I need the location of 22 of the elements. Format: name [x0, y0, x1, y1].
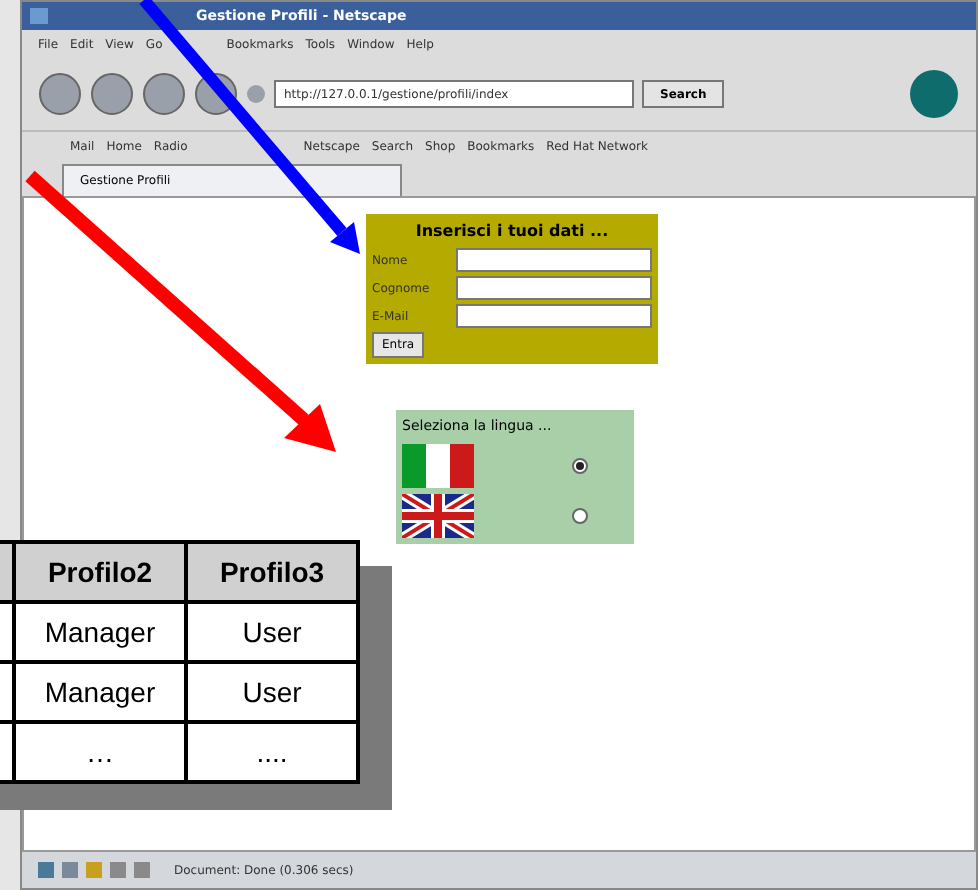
- column-header: Profilo3: [186, 542, 358, 602]
- reload-icon[interactable]: [142, 72, 186, 116]
- stop-icon[interactable]: [194, 72, 238, 116]
- table-cell: Manager: [14, 662, 186, 722]
- table-cell: User: [186, 602, 358, 662]
- app-icon: [30, 8, 48, 24]
- table-cell: …: [14, 722, 186, 782]
- column-header: Profilo2: [14, 542, 186, 602]
- table-cell: Manager: [14, 602, 186, 662]
- forward-icon[interactable]: [90, 72, 134, 116]
- input-field[interactable]: [456, 248, 652, 272]
- radio-button[interactable]: [572, 507, 588, 523]
- italian-flag-icon: [402, 443, 474, 487]
- input-field[interactable]: [456, 276, 652, 300]
- british-flag-icon: [402, 493, 474, 537]
- input-field[interactable]: [456, 304, 652, 328]
- back-icon[interactable]: [38, 72, 82, 116]
- table-cell: ....: [186, 722, 358, 782]
- form-title: Inserisci i tuoi dati ...: [413, 220, 611, 244]
- netscape-logo-icon: [908, 68, 960, 120]
- radio-button[interactable]: [572, 457, 588, 473]
- table-cell: User: [186, 662, 358, 722]
